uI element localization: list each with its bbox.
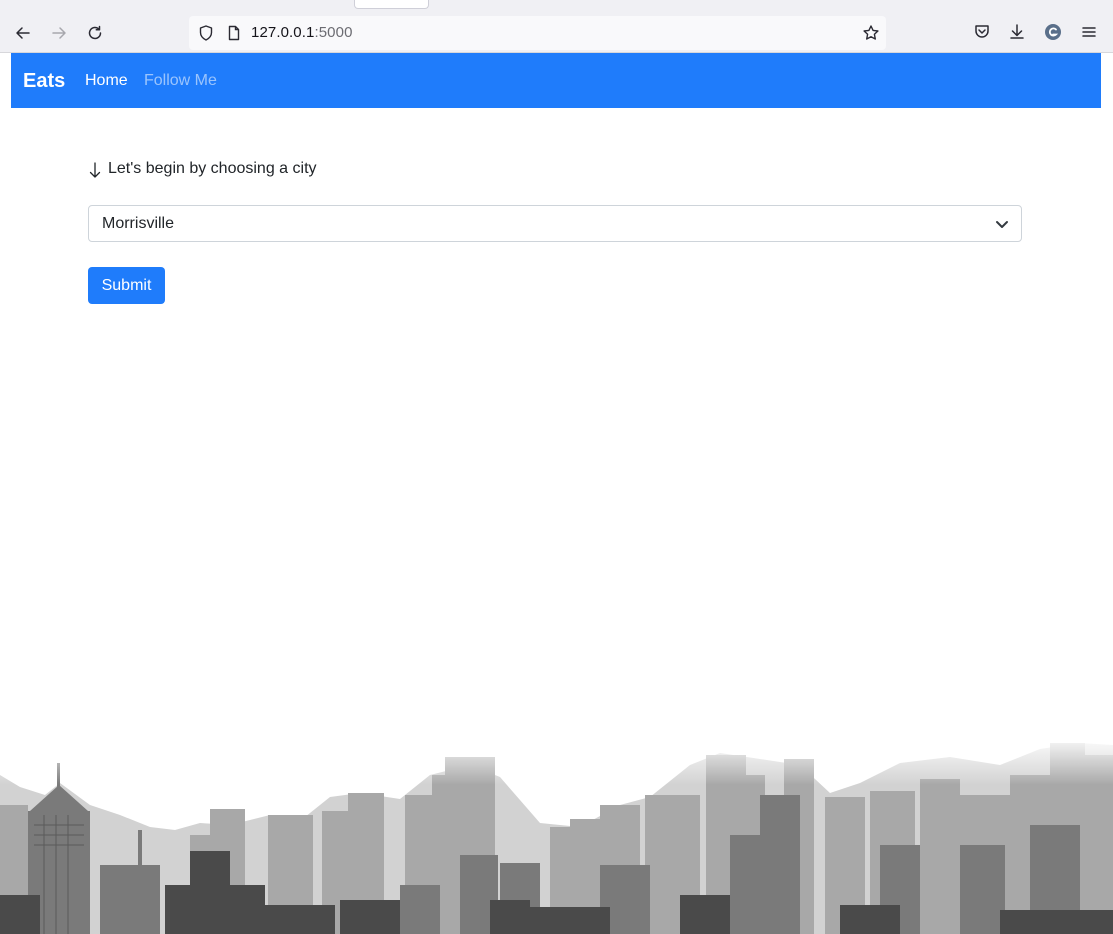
menu-icon[interactable] bbox=[1079, 22, 1099, 42]
url-port: :5000 bbox=[314, 24, 353, 41]
grammarly-extension-icon[interactable] bbox=[1043, 22, 1063, 42]
down-arrow-icon bbox=[89, 162, 101, 178]
city-prompt: Let's begin by choosing a city bbox=[88, 159, 317, 179]
page-icon[interactable] bbox=[225, 24, 243, 42]
url-host: 127.0.0.1 bbox=[251, 24, 315, 41]
download-icon[interactable] bbox=[1007, 22, 1027, 42]
browser-tab[interactable] bbox=[354, 0, 429, 9]
browser-toolbar: 127.0.0.1:5000 bbox=[0, 0, 1113, 53]
back-button[interactable] bbox=[12, 22, 34, 44]
city-select-value: Morrisville bbox=[102, 215, 174, 232]
prompt-text: Let's begin by choosing a city bbox=[108, 160, 317, 177]
reload-icon bbox=[88, 25, 102, 40]
bookmark-star-icon[interactable] bbox=[862, 24, 880, 42]
address-bar[interactable]: 127.0.0.1:5000 bbox=[189, 16, 886, 50]
city-select[interactable]: Morrisville bbox=[88, 205, 1022, 242]
nav-link-home[interactable]: Home bbox=[85, 72, 128, 90]
submit-button[interactable]: Submit bbox=[88, 267, 165, 304]
forward-arrow-icon bbox=[52, 27, 66, 39]
nav-link-follow-me[interactable]: Follow Me bbox=[144, 72, 217, 90]
back-arrow-icon bbox=[16, 27, 30, 39]
site-navbar: Eats Home Follow Me bbox=[11, 53, 1101, 108]
pocket-icon[interactable] bbox=[972, 22, 992, 42]
reload-button[interactable] bbox=[84, 22, 106, 44]
city-skyline-image bbox=[0, 735, 1113, 934]
url-text[interactable]: 127.0.0.1:5000 bbox=[251, 24, 353, 41]
chevron-down-icon bbox=[996, 221, 1008, 228]
shield-icon[interactable] bbox=[197, 24, 215, 42]
brand-link[interactable]: Eats bbox=[23, 70, 65, 93]
forward-button[interactable] bbox=[48, 22, 70, 44]
